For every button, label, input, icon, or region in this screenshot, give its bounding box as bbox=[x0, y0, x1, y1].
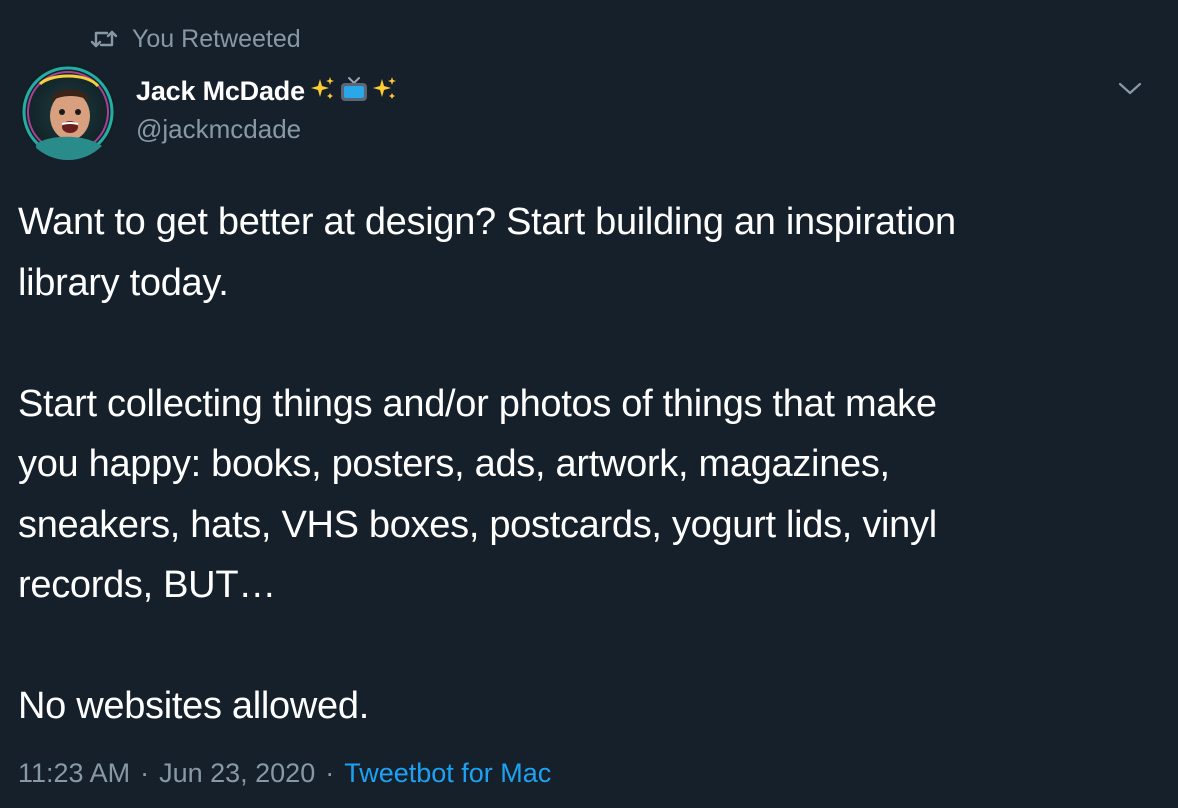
meta-separator: · bbox=[140, 758, 150, 788]
tweet-card: You Retweeted Jack McDade @jackmcdade Wa… bbox=[0, 0, 1178, 808]
tweet-text: Want to get better at design? Start buil… bbox=[18, 192, 1158, 737]
tweet-paragraph: Start collecting things and/or photos of… bbox=[18, 382, 937, 607]
retweet-label: You Retweeted bbox=[132, 24, 301, 53]
tweet-paragraph: No websites allowed. bbox=[18, 685, 369, 727]
client-link[interactable]: Tweetbot for Mac bbox=[344, 758, 551, 789]
tweet-date[interactable]: Jun 23, 2020 bbox=[159, 758, 315, 789]
display-name[interactable]: Jack McDade bbox=[136, 76, 305, 107]
sparkles-icon bbox=[371, 75, 399, 108]
sparkles-icon bbox=[309, 75, 337, 108]
tweet-meta: 11:23 AM · Jun 23, 2020 · Tweetbot for M… bbox=[18, 758, 551, 789]
tweet-time[interactable]: 11:23 AM bbox=[18, 758, 130, 789]
avatar[interactable] bbox=[20, 64, 116, 160]
television-icon bbox=[339, 75, 369, 108]
chevron-down-icon[interactable] bbox=[1116, 78, 1144, 98]
retweet-banner: You Retweeted bbox=[90, 22, 301, 56]
display-name-row[interactable]: Jack McDade bbox=[136, 72, 399, 110]
tweet-paragraph: Want to get better at design? Start buil… bbox=[18, 201, 956, 304]
name-emoji-group bbox=[309, 75, 399, 108]
tweet-header: Jack McDade @jackmcdade bbox=[20, 64, 1158, 164]
author-block: Jack McDade @jackmcdade bbox=[136, 72, 399, 145]
meta-separator: · bbox=[325, 758, 335, 788]
retweet-icon bbox=[90, 28, 118, 50]
user-handle[interactable]: @jackmcdade bbox=[136, 114, 399, 145]
